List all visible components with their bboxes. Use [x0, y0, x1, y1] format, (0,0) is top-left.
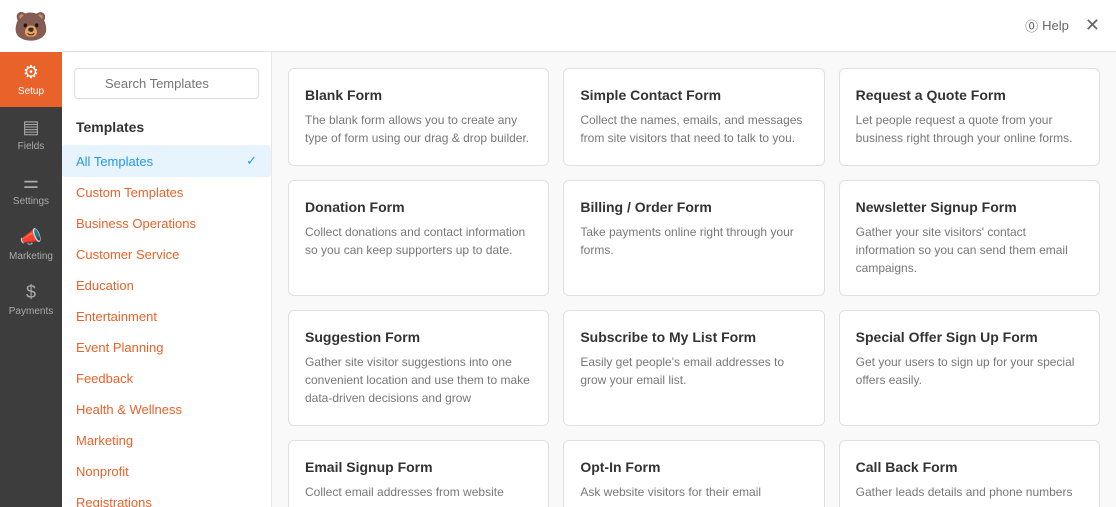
template-card-desc: Gather leads details and phone numbers — [856, 483, 1083, 501]
template-card-billing-order-form[interactable]: Billing / Order Form Take payments onlin… — [563, 180, 824, 296]
settings-icon: ⚌ — [23, 172, 39, 193]
sidebar-item-entertainment[interactable]: Entertainment — [62, 301, 271, 332]
sidebar-item-all-templates[interactable]: All Templates ✓ — [62, 145, 271, 177]
nav-bar: 🐻 ⚙ Setup ▤ Fields ⚌ Settings 📣 Marketin… — [0, 0, 62, 507]
template-card-title: Email Signup Form — [305, 459, 532, 475]
nav-item-settings[interactable]: ⚌ Settings — [0, 162, 62, 217]
template-card-email-signup-form[interactable]: Email Signup Form Collect email addresse… — [288, 440, 549, 507]
fields-icon: ▤ — [22, 117, 39, 138]
sidebar-item-marketing[interactable]: Marketing — [62, 425, 271, 456]
template-card-title: Suggestion Form — [305, 329, 532, 345]
template-card-title: Request a Quote Form — [856, 87, 1083, 103]
template-card-title: Blank Form — [305, 87, 532, 103]
sidebar-item-label-event-planning: Event Planning — [76, 340, 163, 355]
template-card-desc: Collect email addresses from website — [305, 483, 532, 501]
help-circle-icon: ⓪ — [1025, 16, 1038, 35]
app-logo: 🐻 — [0, 0, 62, 52]
sidebar-heading: Templates — [62, 115, 271, 145]
template-card-title: Opt-In Form — [580, 459, 807, 475]
template-card-desc: Get your users to sign up for your speci… — [856, 353, 1083, 389]
nav-item-marketing[interactable]: 📣 Marketing — [0, 217, 62, 272]
content-area: 🔍 Templates All Templates ✓ Custom Templ… — [62, 52, 1116, 507]
nav-label-marketing: Marketing — [9, 251, 53, 262]
template-card-special-offer-signup[interactable]: Special Offer Sign Up Form Get your user… — [839, 310, 1100, 426]
template-card-desc: Easily get people's email addresses to g… — [580, 353, 807, 389]
sidebar-item-health-wellness[interactable]: Health & Wellness — [62, 394, 271, 425]
sidebar-item-label-registrations: Registrations — [76, 495, 152, 507]
template-card-desc: Gather your site visitors' contact infor… — [856, 223, 1083, 277]
template-card-request-quote-form[interactable]: Request a Quote Form Let people request … — [839, 68, 1100, 166]
template-card-title: Call Back Form — [856, 459, 1083, 475]
template-card-desc: Take payments online right through your … — [580, 223, 807, 259]
template-card-desc: Collect donations and contact informatio… — [305, 223, 532, 259]
search-wrap: 🔍 — [74, 68, 259, 99]
nav-label-setup: Setup — [18, 86, 44, 97]
nav-item-fields[interactable]: ▤ Fields — [0, 107, 62, 162]
template-card-simple-contact-form[interactable]: Simple Contact Form Collect the names, e… — [563, 68, 824, 166]
checkmark-icon: ✓ — [246, 153, 257, 169]
logo-icon: 🐻 — [14, 10, 49, 43]
sidebar-item-education[interactable]: Education — [62, 270, 271, 301]
sidebar-item-event-planning[interactable]: Event Planning — [62, 332, 271, 363]
marketing-icon: 📣 — [20, 227, 42, 248]
setup-icon: ⚙ — [23, 62, 39, 83]
sidebar-item-label-custom: Custom Templates — [76, 185, 183, 200]
help-label: Help — [1042, 18, 1069, 33]
top-bar: ⓪ Help ✕ — [62, 0, 1116, 52]
help-button[interactable]: ⓪ Help — [1025, 16, 1069, 35]
sidebar-item-customer-service[interactable]: Customer Service — [62, 239, 271, 270]
sidebar-item-label-marketing: Marketing — [76, 433, 133, 448]
nav-label-fields: Fields — [18, 141, 45, 152]
templates-area: Blank Form The blank form allows you to … — [272, 52, 1116, 507]
nav-label-payments: Payments — [9, 306, 53, 317]
template-card-donation-form[interactable]: Donation Form Collect donations and cont… — [288, 180, 549, 296]
template-card-opt-in-form[interactable]: Opt-In Form Ask website visitors for the… — [563, 440, 824, 507]
template-card-title: Donation Form — [305, 199, 532, 215]
sidebar: 🔍 Templates All Templates ✓ Custom Templ… — [62, 52, 272, 507]
template-card-desc: Collect the names, emails, and messages … — [580, 111, 807, 147]
template-card-suggestion-form[interactable]: Suggestion Form Gather site visitor sugg… — [288, 310, 549, 426]
template-card-desc: Gather site visitor suggestions into one… — [305, 353, 532, 407]
search-box-wrap: 🔍 — [62, 68, 271, 115]
close-button[interactable]: ✕ — [1085, 15, 1100, 36]
template-card-desc: The blank form allows you to create any … — [305, 111, 532, 147]
template-card-desc: Let people request a quote from your bus… — [856, 111, 1083, 147]
template-card-title: Simple Contact Form — [580, 87, 807, 103]
sidebar-item-label-customer-service: Customer Service — [76, 247, 179, 262]
templates-grid: Blank Form The blank form allows you to … — [288, 68, 1100, 507]
template-card-desc: Ask website visitors for their email — [580, 483, 807, 501]
nav-label-settings: Settings — [13, 196, 49, 207]
payments-icon: $ — [26, 282, 36, 303]
sidebar-item-label-nonprofit: Nonprofit — [76, 464, 129, 479]
sidebar-item-nonprofit[interactable]: Nonprofit — [62, 456, 271, 487]
search-input[interactable] — [74, 68, 259, 99]
template-card-title: Special Offer Sign Up Form — [856, 329, 1083, 345]
sidebar-item-registrations[interactable]: Registrations — [62, 487, 271, 507]
sidebar-item-business-operations[interactable]: Business Operations — [62, 208, 271, 239]
template-card-title: Newsletter Signup Form — [856, 199, 1083, 215]
template-card-newsletter-signup-form[interactable]: Newsletter Signup Form Gather your site … — [839, 180, 1100, 296]
sidebar-item-label-all: All Templates — [76, 154, 153, 169]
main-area: ⓪ Help ✕ 🔍 Templates All Templates ✓ — [62, 0, 1116, 507]
nav-item-setup[interactable]: ⚙ Setup — [0, 52, 62, 107]
nav-item-payments[interactable]: $ Payments — [0, 272, 62, 327]
template-card-blank-form[interactable]: Blank Form The blank form allows you to … — [288, 68, 549, 166]
sidebar-item-custom-templates[interactable]: Custom Templates — [62, 177, 271, 208]
sidebar-item-label-health: Health & Wellness — [76, 402, 182, 417]
sidebar-item-label-education: Education — [76, 278, 134, 293]
template-card-title: Billing / Order Form — [580, 199, 807, 215]
sidebar-item-label-feedback: Feedback — [76, 371, 133, 386]
template-card-subscribe-list-form[interactable]: Subscribe to My List Form Easily get peo… — [563, 310, 824, 426]
template-card-title: Subscribe to My List Form — [580, 329, 807, 345]
sidebar-item-feedback[interactable]: Feedback — [62, 363, 271, 394]
sidebar-item-label-entertainment: Entertainment — [76, 309, 157, 324]
sidebar-item-label-business: Business Operations — [76, 216, 196, 231]
template-card-call-back-form[interactable]: Call Back Form Gather leads details and … — [839, 440, 1100, 507]
